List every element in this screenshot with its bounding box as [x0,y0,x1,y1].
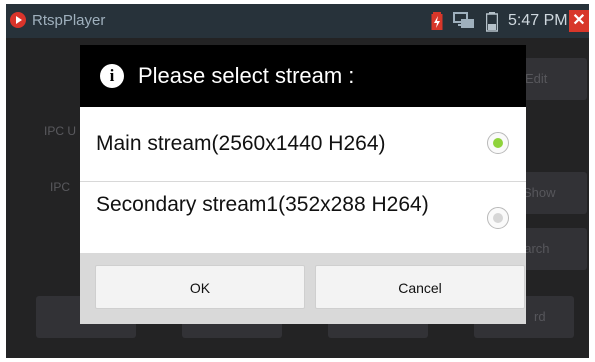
cancel-button[interactable]: Cancel [315,265,525,309]
status-bar: RtspPlayer 5:47 PM ✕ [6,4,589,38]
info-icon: i [100,64,124,88]
dialog-title: Please select stream : [138,63,355,88]
status-time: 5:47 PM [508,12,568,29]
close-icon[interactable]: ✕ [569,10,589,32]
radio-unselected-dot [493,213,503,223]
dialog-header: i Please select stream : [80,45,526,107]
option-main-stream[interactable]: Main stream(2560x1440 H264) [80,107,526,182]
radio-secondary-stream[interactable] [487,207,509,229]
option-secondary-stream-label: Secondary stream1(352x288 H264) [96,193,429,216]
option-main-stream-label: Main stream(2560x1440 H264) [96,132,386,155]
battery-charging-icon [431,11,443,36]
device-screen: RtspPlayer 5:47 PM ✕ IPC U IPC Edit Show… [6,4,589,358]
radio-selected-dot [493,138,503,148]
stream-select-dialog: i Please select stream : Main stream(256… [80,45,526,324]
radio-main-stream[interactable] [487,132,509,154]
option-secondary-stream[interactable]: Secondary stream1(352x288 H264) [80,182,526,253]
battery-icon [485,11,499,37]
app-title: RtspPlayer [32,12,106,29]
play-icon [10,12,26,28]
dialog-button-bar: OK Cancel [80,253,526,324]
ok-button[interactable]: OK [95,265,305,309]
network-icon [453,11,475,36]
